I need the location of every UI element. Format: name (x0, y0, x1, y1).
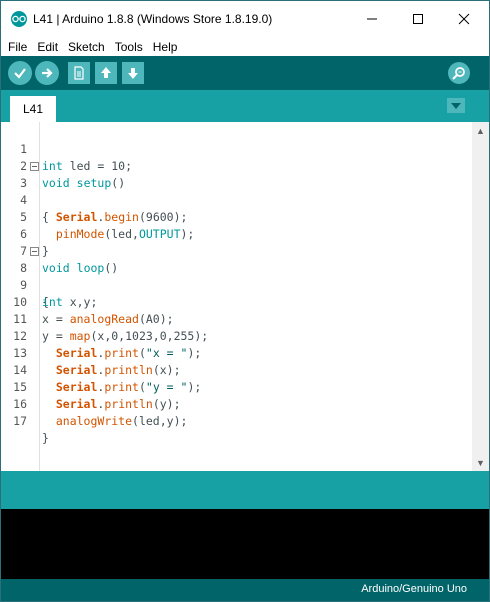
code-line: 16 analogWrite(led,y); (1, 379, 471, 428)
arduino-ide-window: L41 | Arduino 1.8.8 (Windows Store 1.8.1… (0, 0, 490, 602)
code-line: 15 Serial.println(y); (1, 362, 471, 411)
code-line: 12 Serial.print("x = "); (1, 311, 471, 360)
code-line: 8 { (1, 243, 471, 309)
tab-l41[interactable]: L41 (10, 96, 56, 122)
code-line: 7 void loop() (1, 226, 471, 275)
code-line: 3 { (1, 158, 471, 224)
code-line: 4 Serial.begin(9600); (1, 175, 471, 224)
line-number: 17 (13, 414, 27, 428)
serial-monitor-icon (452, 67, 465, 80)
toolbar (1, 56, 489, 90)
minimize-icon (367, 18, 377, 20)
code-line: 17 } (1, 396, 471, 445)
vertical-scrollbar[interactable]: ▲ ▼ (472, 122, 489, 471)
maximize-button[interactable] (395, 1, 441, 37)
menu-bar: File Edit Sketch Tools Help (1, 37, 489, 56)
fold-toggle-icon[interactable] (30, 247, 39, 256)
menu-sketch[interactable]: Sketch (65, 40, 108, 54)
menu-file[interactable]: File (5, 40, 30, 54)
close-icon (458, 13, 470, 25)
tab-label: L41 (22, 102, 44, 116)
save-button[interactable] (122, 62, 144, 84)
console-output[interactable] (1, 509, 489, 579)
new-icon (74, 66, 84, 80)
verify-icon (14, 68, 26, 79)
code-line: 5 pinMode(led,OUTPUT); (1, 192, 471, 241)
fold-toggle-icon[interactable] (30, 162, 39, 171)
scroll-up-icon[interactable]: ▲ (472, 122, 489, 139)
status-bar: Arduino/Genuino Uno (1, 579, 489, 601)
minimize-button[interactable] (349, 1, 395, 37)
upload-icon (42, 68, 53, 78)
arduino-logo-icon (11, 11, 27, 27)
title-bar[interactable]: L41 | Arduino 1.8.8 (Windows Store 1.8.1… (1, 1, 489, 37)
code-line: 11 y = map(x,0,1023,0,255); (1, 294, 471, 343)
tab-bar: L41 (1, 90, 489, 122)
code-line: 14 Serial.print("y = "); (1, 345, 471, 394)
close-button[interactable] (441, 1, 487, 37)
chevron-down-icon (451, 102, 461, 109)
serial-monitor-button[interactable] (448, 62, 470, 84)
maximize-icon (413, 14, 423, 24)
menu-tools[interactable]: Tools (112, 40, 146, 54)
save-icon (128, 68, 138, 79)
tab-menu-button[interactable] (447, 98, 465, 113)
new-button[interactable] (68, 62, 90, 84)
code-line: 13 Serial.println(x); (1, 328, 471, 377)
board-name: Arduino/Genuino Uno (361, 583, 467, 595)
code-text: } (42, 431, 49, 445)
code-line: 6 } (1, 209, 471, 258)
message-area (1, 471, 489, 509)
window-title: L41 | Arduino 1.8.8 (Windows Store 1.8.1… (33, 12, 273, 26)
code-text: analogWrite(led,y); (55, 414, 188, 428)
upload-button[interactable] (35, 61, 59, 85)
menu-edit[interactable]: Edit (34, 40, 61, 54)
code-editor[interactable]: 1 int led = 10; 2 void setup() 3 { 4 Ser… (1, 122, 489, 471)
code-line: 2 void setup() (1, 141, 471, 190)
code-line: 9 int x,y; (1, 260, 471, 309)
verify-button[interactable] (8, 61, 32, 85)
open-button[interactable] (95, 62, 117, 84)
code-line: 10 x = analogRead(A0); (1, 277, 471, 326)
menu-help[interactable]: Help (150, 40, 181, 54)
open-icon (101, 67, 111, 78)
code-line: 1 int led = 10; (1, 124, 471, 173)
scroll-down-icon[interactable]: ▼ (472, 454, 489, 471)
